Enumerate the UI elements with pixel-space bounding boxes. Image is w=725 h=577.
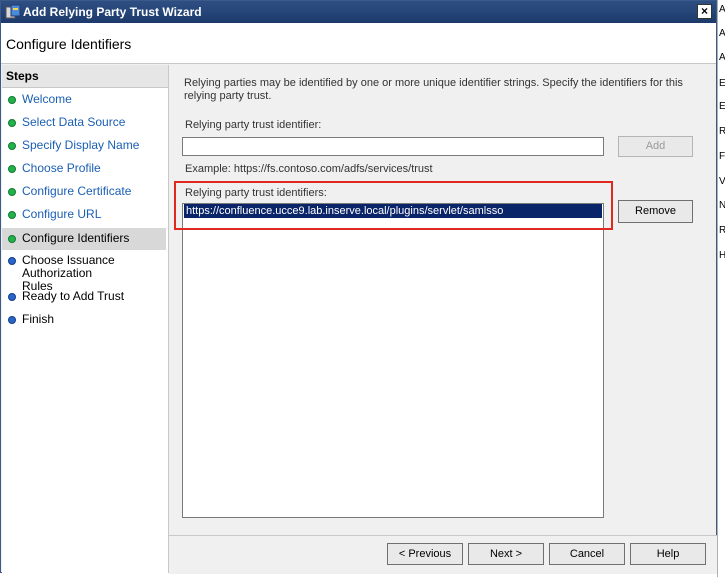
add-button[interactable]: Add — [618, 136, 693, 157]
steps-heading-bar: Steps — [2, 65, 168, 88]
background-letter: R — [719, 126, 725, 137]
step-item: Choose Profile — [2, 162, 166, 176]
step-label: Welcome — [22, 92, 72, 106]
cancel-button[interactable]: Cancel — [549, 543, 625, 565]
step-complete-icon — [8, 188, 16, 196]
identifiers-listbox[interactable]: https://confluence.ucce9.lab.inserve.loc… — [182, 203, 604, 518]
step-label: Select Data Source — [22, 115, 126, 129]
background-letter: F — [719, 151, 725, 162]
step-label: Finish — [22, 312, 55, 326]
background-letter: A — [719, 4, 725, 15]
step-item: Finish — [2, 313, 166, 327]
step-item: Welcome — [2, 93, 166, 107]
remove-button[interactable]: Remove — [618, 200, 693, 223]
background-letter: A — [719, 52, 725, 63]
background-letter: R — [719, 225, 725, 236]
step-complete-icon — [8, 96, 16, 104]
step-item: Select Data Source — [2, 116, 166, 130]
help-button[interactable]: Help — [630, 543, 706, 565]
step-label: Configure Certificate — [22, 184, 132, 198]
example-text: Example: https://fs.contoso.com/adfs/ser… — [185, 163, 433, 175]
step-pending-icon — [8, 257, 16, 265]
identifier-label: Relying party trust identifier: — [185, 119, 322, 131]
highlight-annotation-box — [174, 181, 613, 230]
background-letter: H — [719, 250, 725, 261]
step-item: Configure Certificate — [2, 185, 166, 199]
page-header: Configure Identifiers — [1, 23, 716, 64]
adfs-app-icon — [5, 4, 21, 19]
background-window-strip: A A A E E R F V N R H — [717, 0, 725, 577]
step-label: Configure Identifiers — [22, 231, 130, 245]
wizard-window: Add Relying Party Trust Wizard × Configu… — [0, 0, 717, 574]
background-letter: A — [719, 28, 725, 39]
step-item: Configure Identifiers — [2, 228, 166, 250]
content-panel: Relying parties may be identified by one… — [169, 65, 717, 535]
step-complete-icon — [8, 165, 16, 173]
previous-button[interactable]: < Previous — [387, 543, 463, 565]
step-item: Specify Display Name — [2, 139, 166, 153]
background-letter: E — [719, 101, 725, 112]
title-bar[interactable]: Add Relying Party Trust Wizard × — [1, 1, 716, 23]
step-label: Ready to Add Trust — [22, 289, 125, 303]
step-item: Choose Issuance Authorization Rules — [2, 254, 166, 293]
step-label: Configure URL — [22, 207, 102, 221]
step-pending-icon — [8, 293, 16, 301]
footer-bar: < Previous Next > Cancel Help — [169, 535, 717, 574]
steps-panel: Steps Welcome Select Data Source Specify D… — [2, 65, 169, 573]
background-letter: E — [719, 78, 725, 89]
window-title: Add Relying Party Trust Wizard — [23, 5, 202, 19]
description-text: Relying parties may be identified by one… — [184, 77, 683, 102]
step-item: Configure URL — [2, 208, 166, 222]
step-pending-icon — [8, 316, 16, 324]
steps-heading: Steps — [6, 69, 39, 83]
step-item: Ready to Add Trust — [2, 290, 166, 304]
step-complete-icon — [8, 119, 16, 127]
close-button[interactable]: × — [697, 4, 712, 19]
step-label: Specify Display Name — [22, 138, 140, 152]
next-button[interactable]: Next > — [468, 543, 544, 565]
page-title: Configure Identifiers — [6, 36, 132, 52]
background-letter: V — [719, 176, 725, 187]
step-complete-icon — [8, 142, 16, 150]
step-complete-icon — [8, 211, 16, 219]
step-complete-icon — [8, 235, 16, 243]
step-label: Choose Profile — [22, 161, 101, 175]
identifier-input[interactable] — [182, 137, 604, 156]
background-letter: N — [719, 200, 725, 211]
step-label: Choose Issuance Authorization Rules — [22, 253, 115, 293]
